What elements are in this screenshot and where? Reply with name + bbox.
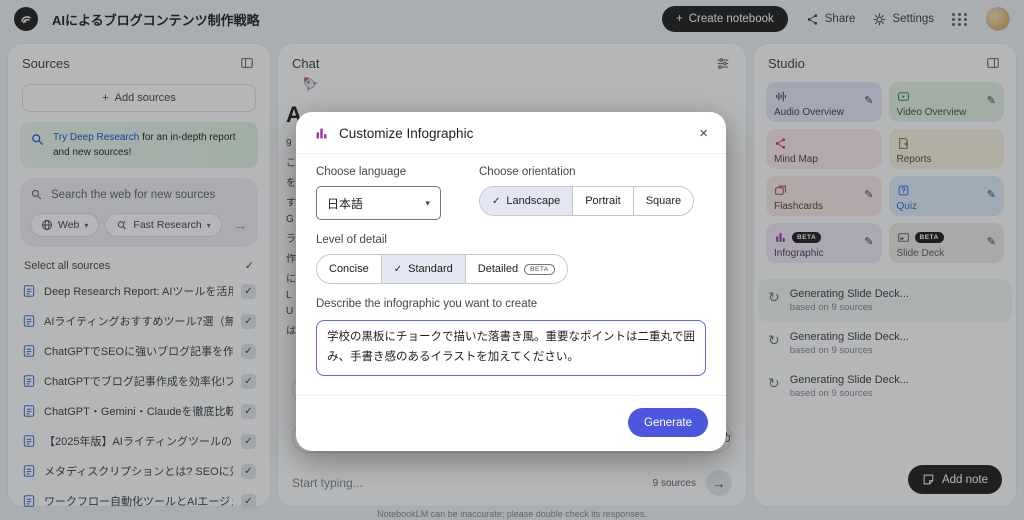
detail-label: Level of detail	[316, 234, 387, 246]
orientation-segmented-control: ✓ Landscape Portrait Square	[479, 186, 695, 216]
detail-option-concise[interactable]: Concise	[317, 255, 381, 283]
dialog-title: Customize Infographic	[339, 126, 474, 141]
customize-infographic-dialog: Customize Infographic × Choose language …	[296, 112, 726, 451]
orientation-option-landscape[interactable]: ✓ Landscape	[480, 187, 573, 215]
orientation-option-square[interactable]: Square	[632, 187, 694, 215]
check-icon: ✓	[393, 263, 403, 275]
orientation-option-portrait[interactable]: Portrait	[572, 187, 633, 215]
detail-option-standard[interactable]: ✓ Standard	[380, 255, 465, 283]
infographic-description-input[interactable]: 学校の黒板にチョークで描いた落書き風。重要なポイントは二重丸で囲み、手書き感のあ…	[316, 320, 706, 376]
orientation-label: Choose orientation	[479, 166, 576, 178]
language-label: Choose language	[316, 166, 407, 178]
detail-option-detailed[interactable]: Detailed BETA	[464, 255, 567, 283]
beta-badge: BETA	[524, 263, 555, 275]
generate-button[interactable]: Generate	[628, 408, 708, 437]
check-icon: ✓	[492, 195, 501, 207]
detail-segmented-control: Concise ✓ Standard Detailed BETA	[316, 254, 568, 284]
chevron-down-icon: ▾	[425, 197, 430, 208]
describe-label: Describe the infographic you want to cre…	[316, 298, 538, 310]
infographic-icon	[316, 128, 327, 139]
language-select[interactable]: 日本語 ▾	[316, 186, 441, 220]
close-icon[interactable]: ×	[699, 125, 708, 142]
